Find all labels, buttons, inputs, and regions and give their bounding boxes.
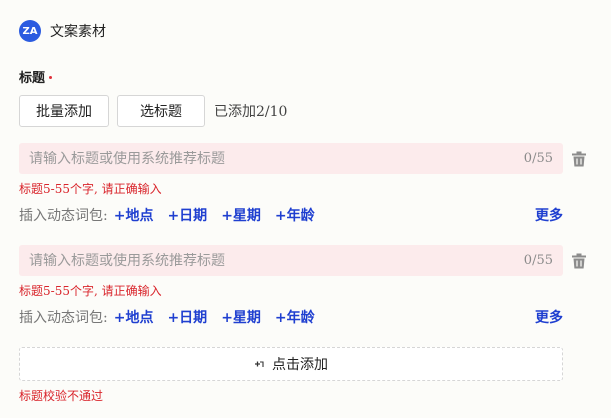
dynamic-keywords-label: 插入动态词包:: [19, 310, 108, 326]
char-count: 0/55: [523, 151, 553, 166]
title-error-message: 标题5-55个字, 请正确输入: [19, 284, 162, 298]
select-title-button[interactable]: 选标题: [117, 95, 205, 127]
keyword-weekday[interactable]: +星期: [221, 205, 261, 225]
keyword-location[interactable]: +地点: [114, 205, 154, 225]
keyword-date[interactable]: +日期: [167, 307, 207, 327]
cursor-plus-icon: [255, 361, 264, 367]
validation-error-message: 标题校验不通过: [19, 389, 104, 403]
more-keywords-link[interactable]: 更多: [535, 307, 563, 327]
more-keywords-link[interactable]: 更多: [535, 205, 563, 225]
dynamic-keywords-label: 插入动态词包:: [19, 208, 108, 224]
title-field-label-row: 标题: [19, 66, 53, 86]
title-input[interactable]: [29, 150, 489, 167]
keyword-age[interactable]: +年龄: [275, 205, 315, 225]
title-entry: 0/55 标题5-55个字, 请正确输入 插入动态词包: +地点 +日期 +星期…: [19, 143, 589, 225]
title-input[interactable]: [29, 252, 489, 269]
title-field-label: 标题: [19, 70, 46, 86]
title-input-box: 0/55: [19, 245, 563, 276]
batch-add-button[interactable]: 批量添加: [19, 95, 109, 127]
dynamic-keywords-row: 插入动态词包: +地点 +日期 +星期 +年龄 更多: [19, 205, 563, 225]
keyword-location[interactable]: +地点: [114, 307, 154, 327]
keyword-age[interactable]: +年龄: [275, 307, 315, 327]
keyword-date[interactable]: +日期: [167, 205, 207, 225]
char-count: 0/55: [523, 253, 553, 268]
title-entry: 0/55 标题5-55个字, 请正确输入 插入动态词包: +地点 +日期 +星期…: [19, 245, 589, 327]
keyword-weekday[interactable]: +星期: [221, 307, 261, 327]
title-actions: 批量添加 选标题 已添加2/10: [19, 95, 287, 127]
section-header: ZA 文案素材: [19, 19, 106, 43]
brand-logo-icon: ZA: [19, 20, 41, 42]
title-input-box: 0/55: [19, 143, 563, 174]
dynamic-keywords-row: 插入动态词包: +地点 +日期 +星期 +年龄 更多: [19, 307, 563, 327]
title-error-message: 标题5-55个字, 请正确输入: [19, 182, 162, 196]
required-indicator: [49, 75, 53, 79]
added-count: 已添加2/10: [214, 104, 288, 120]
section-title: 文案素材: [50, 24, 106, 40]
add-title-button[interactable]: 点击添加: [19, 347, 563, 381]
trash-icon[interactable]: [572, 253, 586, 269]
trash-icon[interactable]: [572, 151, 586, 167]
add-title-label: 点击添加: [272, 357, 328, 373]
